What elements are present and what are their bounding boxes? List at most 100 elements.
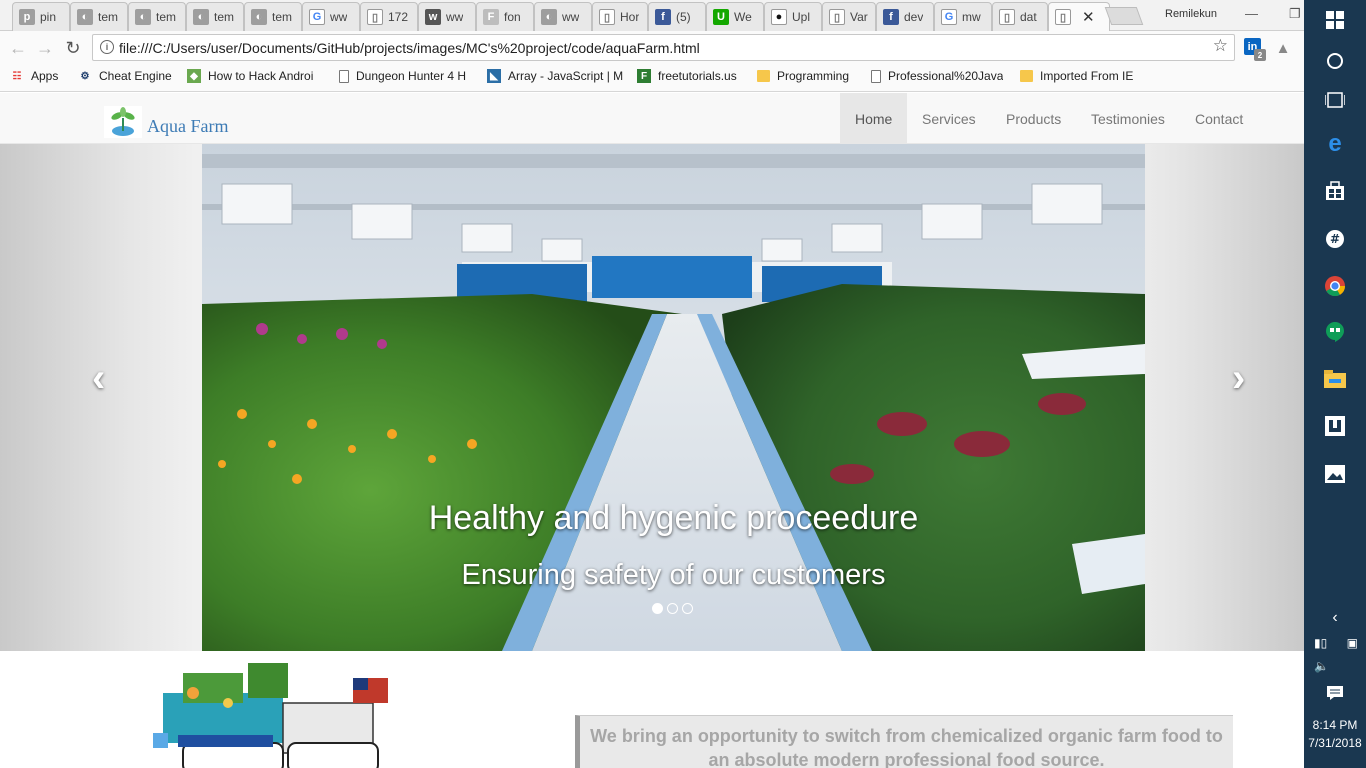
- tab-page-icon: ◐: [193, 9, 209, 25]
- nav-link-contact[interactable]: Contact: [1180, 93, 1258, 144]
- carousel-prev-icon[interactable]: ‹: [92, 356, 105, 401]
- tab-title: pin: [40, 10, 57, 24]
- sourcetree-icon[interactable]: [1304, 413, 1366, 439]
- bookmark-item[interactable]: Dungeon Hunter 4 H: [339, 69, 466, 83]
- tab-title: tem: [272, 10, 293, 24]
- browser-tab[interactable]: ▯ Hor: [592, 2, 648, 31]
- carousel-indicator-dot[interactable]: [652, 603, 663, 614]
- intro-quote: We bring an opportunity to switch from c…: [575, 715, 1233, 768]
- browser-tab[interactable]: f dev: [876, 2, 934, 31]
- address-bar[interactable]: i file:///C:/Users/user/Documents/GitHub…: [92, 34, 1235, 61]
- browser-tab[interactable]: ▯ Var: [822, 2, 876, 31]
- browser-tab[interactable]: ◐ tem: [70, 2, 128, 31]
- tab-title: mw: [962, 10, 981, 24]
- bookmark-item[interactable]: Ffreetutorials.us: [637, 69, 737, 83]
- browser-tab[interactable]: Gww: [302, 2, 360, 31]
- windows-taskbar: e # ‹ ▮▯ ▣ 🔈 8:14 PM 7/31/2018: [1304, 0, 1366, 768]
- forward-arrow-icon[interactable]: →: [34, 37, 56, 59]
- document-icon: ▯: [599, 9, 615, 25]
- upwork-icon: U: [713, 9, 729, 25]
- bookmark-item[interactable]: ☷ Apps: [10, 69, 59, 83]
- new-tab-button[interactable]: [1104, 7, 1144, 25]
- minimize-icon[interactable]: —: [1245, 6, 1258, 21]
- tab-title: (5): [676, 10, 691, 24]
- carousel-caption: Healthy and hygenic proceedure Ensuring …: [202, 144, 1145, 651]
- bookmark-label: Apps: [31, 69, 59, 83]
- volume-icon[interactable]: 🔈: [1304, 657, 1366, 675]
- browser-tab[interactable]: U We: [706, 2, 764, 31]
- browser-tab[interactable]: ● Upl: [764, 2, 822, 31]
- bookmark-item[interactable]: ◣ Array - JavaScript | M: [487, 69, 623, 83]
- network-icon[interactable]: ▣: [1304, 634, 1366, 652]
- aqua-farm-logo-icon: [104, 106, 142, 138]
- bookmark-star-icon[interactable]: ☆: [1213, 36, 1228, 56]
- document-icon: [871, 69, 881, 83]
- back-arrow-icon[interactable]: ←: [7, 37, 29, 59]
- close-tab-icon[interactable]: ✕: [1082, 8, 1095, 26]
- google-icon: G: [309, 9, 325, 25]
- browser-tab[interactable]: ◐ tem: [128, 2, 186, 31]
- ftu-icon: F: [637, 69, 651, 83]
- clock-time: 8:14 PM: [1312, 718, 1358, 732]
- bookmark-item[interactable]: Imported From IE: [1020, 69, 1133, 83]
- browser-tab[interactable]: f (5): [648, 2, 706, 31]
- tab-title: Var: [850, 10, 868, 24]
- browser-tab[interactable]: p pin: [12, 2, 70, 31]
- chrome-icon[interactable]: [1304, 273, 1366, 299]
- tab-title: ww: [446, 10, 464, 24]
- show-hidden-icons-chevron-icon[interactable]: ‹: [1304, 608, 1366, 628]
- bookmark-item[interactable]: Professional%20Java: [871, 69, 1003, 83]
- browser-tab[interactable]: Gmw: [934, 2, 992, 31]
- action-center-icon[interactable]: [1304, 684, 1366, 702]
- system-clock[interactable]: 8:14 PM 7/31/2018: [1304, 716, 1366, 752]
- photos-icon[interactable]: [1304, 461, 1366, 487]
- document-icon: [339, 69, 349, 83]
- browser-tab[interactable]: w ww: [418, 2, 476, 31]
- tab-title: Upl: [792, 10, 811, 24]
- nav-link-testimonies[interactable]: Testimonies: [1076, 93, 1180, 144]
- bookmark-item[interactable]: ◆ How to Hack Androi: [187, 69, 313, 83]
- tab-title: dat: [1020, 10, 1037, 24]
- brand-name[interactable]: Aqua Farm: [147, 116, 228, 137]
- windows-start-icon[interactable]: [1304, 8, 1366, 32]
- nav-link-services[interactable]: Services: [907, 93, 991, 144]
- carousel-next-icon[interactable]: ›: [1232, 356, 1245, 401]
- profile-name[interactable]: Remilekun: [1165, 8, 1217, 20]
- browser-tab[interactable]: Ffon: [476, 2, 534, 31]
- cortana-search-icon[interactable]: [1304, 50, 1366, 72]
- bookmark-item[interactable]: ⚙ Cheat Engine: [78, 69, 172, 83]
- nav-link-products[interactable]: Products: [991, 93, 1076, 144]
- folder-icon: [1020, 70, 1033, 82]
- github-icon: ●: [771, 9, 787, 25]
- browser-tab[interactable]: ◐ ww: [534, 2, 592, 31]
- document-icon: ▯: [367, 9, 383, 25]
- slack-icon[interactable]: #: [1304, 226, 1366, 252]
- windows-store-icon[interactable]: [1304, 178, 1366, 204]
- maximize-icon[interactable]: ❐: [1289, 6, 1301, 22]
- browser-tab[interactable]: ▯ 172: [360, 2, 418, 31]
- tab-page-icon: ◐: [135, 9, 151, 25]
- bookmark-item[interactable]: Programming: [757, 69, 849, 83]
- chrome-window: p pin ◐ tem ◐ tem ◐ tem ◐ tem Gww ▯ 172 w ww Ffon ◐ ww ▯ Ho…: [0, 0, 1304, 768]
- w3schools-icon: w: [425, 9, 441, 25]
- file-explorer-icon[interactable]: [1304, 366, 1366, 392]
- carousel-indicator-dot[interactable]: [667, 603, 678, 614]
- address-url[interactable]: file:///C:/Users/user/Documents/GitHub/p…: [119, 40, 700, 56]
- carousel-indicator-dot[interactable]: [682, 603, 693, 614]
- browser-tab[interactable]: ◐ tem: [186, 2, 244, 31]
- document-icon: ▯: [829, 9, 845, 25]
- task-view-icon[interactable]: [1304, 89, 1366, 111]
- reload-icon[interactable]: ↻: [62, 37, 84, 59]
- tab-title: We: [734, 10, 752, 24]
- tab-title: ww: [562, 10, 580, 24]
- hangouts-icon[interactable]: [1304, 319, 1366, 345]
- brand[interactable]: Aqua Farm: [104, 106, 228, 138]
- nav-link-home[interactable]: Home: [840, 93, 908, 144]
- tab-title: ww: [330, 10, 348, 24]
- browser-tab[interactable]: ▯ dat: [992, 2, 1048, 31]
- browser-tab[interactable]: ▯ ✕: [1048, 2, 1110, 31]
- browser-tab[interactable]: ◐ tem: [244, 2, 302, 31]
- edge-browser-icon[interactable]: e: [1304, 130, 1366, 157]
- site-info-icon[interactable]: i: [100, 40, 114, 54]
- drive-extension-icon[interactable]: ▲: [1273, 38, 1293, 58]
